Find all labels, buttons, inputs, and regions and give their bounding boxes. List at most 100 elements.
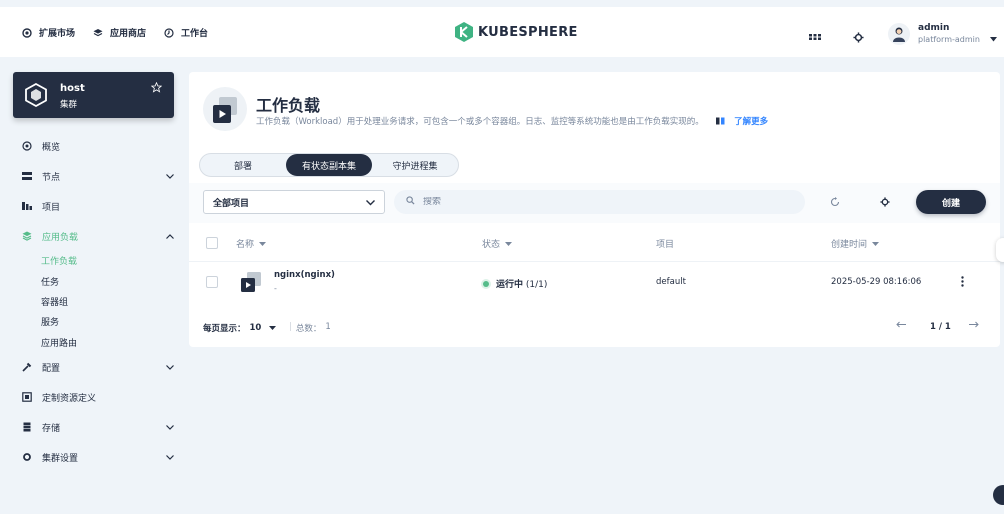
arrow-left-icon[interactable]: [896, 321, 906, 331]
sidebar-item-label: 项目: [42, 202, 61, 213]
column-status-label: 状态: [482, 240, 501, 250]
nav-app-store[interactable]: 应用商店: [93, 26, 146, 39]
table-header: 名称 状态 项目 创建时间: [189, 225, 1000, 261]
create-button[interactable]: 创建: [916, 190, 986, 214]
column-created[interactable]: 创建时间: [831, 237, 880, 250]
sidebar-item-overview[interactable]: 概览: [22, 138, 174, 154]
star-icon[interactable]: [150, 81, 163, 96]
search-icon: [406, 196, 415, 208]
more-actions-icon[interactable]: [957, 274, 967, 288]
config-icon: [22, 362, 32, 372]
column-status[interactable]: 状态: [482, 237, 513, 250]
sidebar-item-config[interactable]: 配置: [22, 359, 174, 375]
sidebar-item-label: 应用负载: [42, 232, 79, 243]
sidebar-item-crd[interactable]: 定制资源定义: [22, 389, 174, 405]
projects-icon: [22, 201, 32, 211]
sidebar-item-app-workloads[interactable]: 应用负载: [22, 228, 174, 244]
cluster-icon: [25, 83, 47, 107]
crd-icon: [22, 392, 32, 402]
caret-down-icon: [872, 239, 880, 249]
top-nav: 扩展市场 应用商店 工作台: [22, 26, 208, 39]
sidebar-item-projects[interactable]: 项目: [22, 198, 174, 214]
table-footer: 每页显示： 10 | 总数： 1 1 / 1: [189, 309, 1000, 345]
workload-alias: -: [274, 284, 277, 293]
cluster-card[interactable]: host 集群: [13, 72, 174, 118]
sidebar-item-label: 存储: [42, 423, 61, 434]
column-created-label: 创建时间: [831, 240, 868, 250]
chevron-down-icon: [166, 453, 174, 463]
page-header: 工作负载 工作负载（Workload）用于处理业务请求，可包含一个或多个容器组。…: [189, 72, 1000, 147]
tab-statefulsets[interactable]: 有状态副本集: [286, 154, 372, 176]
total-count: | 总数： 1: [289, 322, 331, 334]
user-menu[interactable]: admin platform-admin: [888, 23, 980, 45]
row-created-time: 2025-05-29 08:16:06: [831, 277, 922, 287]
sidebar-subitem-routes[interactable]: 应用路由: [41, 336, 77, 349]
workbench-icon: [164, 27, 174, 38]
kubesphere-logo[interactable]: KUBESPHERE: [455, 22, 578, 42]
sidebar-item-label: 配置: [42, 363, 61, 374]
avatar: [888, 23, 910, 45]
chevron-down-icon: [366, 199, 375, 209]
page-description-text: 工作负载（Workload）用于处理业务请求，可包含一个或多个容器组。日志、监控…: [256, 117, 704, 127]
nodes-icon: [22, 171, 32, 181]
sidebar-subitem-workloads[interactable]: 工作负载: [41, 254, 77, 267]
project-select[interactable]: 全部项目: [203, 190, 385, 214]
sidebar-item-label: 集群设置: [42, 453, 79, 464]
caret-down-icon: [505, 239, 513, 249]
search-box: [394, 190, 805, 214]
sidebar-item-label: 定制资源定义: [42, 393, 97, 404]
cluster-name: host: [60, 83, 85, 94]
column-project: 项目: [656, 237, 674, 250]
caret-down-icon: [269, 323, 277, 333]
sidebar-subitem-pods[interactable]: 容器组: [41, 295, 68, 308]
page-description: 工作负载（Workload）用于处理业务请求，可包含一个或多个容器组。日志、监控…: [256, 115, 768, 128]
sidebar-item-nodes[interactable]: 节点: [22, 168, 174, 184]
page-size-label: 每页显示：: [203, 324, 246, 334]
sidebar-item-storage[interactable]: 存储: [22, 419, 174, 435]
content-panel: 部署 有状态副本集 守护进程集 全部项目 创建 名称 状态 项: [189, 147, 1000, 347]
tab-deployments[interactable]: 部署: [200, 154, 286, 176]
page-size-select[interactable]: 每页显示： 10: [203, 322, 277, 334]
user-role: platform-admin: [918, 35, 980, 44]
puzzle-icon: [22, 27, 32, 38]
logo-text: KUBESPHERE: [478, 24, 578, 40]
tab-daemonsets[interactable]: 守护进程集: [372, 154, 458, 176]
side-tool-widget[interactable]: [996, 238, 1004, 262]
total-label: 总数：: [295, 324, 322, 334]
sidebar-item-label: 概览: [42, 142, 61, 153]
cluster-type: 集群: [60, 100, 78, 110]
column-project-label: 项目: [656, 240, 675, 250]
refresh-icon[interactable]: [829, 196, 841, 208]
nav-workbench[interactable]: 工作台: [164, 26, 208, 39]
sidebar-subitem-services[interactable]: 服务: [41, 315, 59, 328]
status-count: (1/1): [525, 280, 548, 290]
nav-extension-market[interactable]: 扩展市场: [22, 26, 75, 39]
chevron-down-icon: [166, 172, 174, 182]
arrow-right-icon[interactable]: [969, 321, 979, 331]
sidebar-item-cluster-settings[interactable]: 集群设置: [22, 449, 174, 465]
total-value: 1: [325, 322, 331, 332]
row-checkbox[interactable]: [206, 276, 218, 288]
column-name-label: 名称: [236, 240, 255, 250]
select-all-checkbox[interactable]: [206, 237, 218, 249]
stack-icon: [93, 28, 103, 38]
book-icon: [716, 117, 725, 128]
app-workloads-icon: [22, 231, 32, 241]
search-input[interactable]: [423, 197, 773, 207]
chevron-down-icon: [166, 363, 174, 373]
sidebar-subitem-jobs[interactable]: 任务: [41, 275, 59, 288]
column-name[interactable]: 名称: [236, 237, 267, 250]
workload-name-link[interactable]: nginx(nginx): [274, 270, 335, 280]
help-widget[interactable]: [993, 485, 1004, 505]
nav-extension-market-label: 扩展市场: [39, 29, 76, 39]
overview-icon: [22, 141, 32, 151]
toolbar: 全部项目 创建: [189, 183, 1000, 223]
gear-icon[interactable]: [852, 31, 864, 43]
user-info: admin platform-admin: [918, 23, 980, 45]
gear-icon[interactable]: [879, 196, 891, 208]
caret-down-icon[interactable]: [990, 35, 997, 45]
workload-tabs: 部署 有状态副本集 守护进程集: [199, 153, 459, 177]
learn-more-link[interactable]: 了解更多: [734, 117, 768, 127]
apps-grid-icon[interactable]: [809, 31, 821, 43]
project-select-value: 全部项目: [213, 198, 250, 209]
